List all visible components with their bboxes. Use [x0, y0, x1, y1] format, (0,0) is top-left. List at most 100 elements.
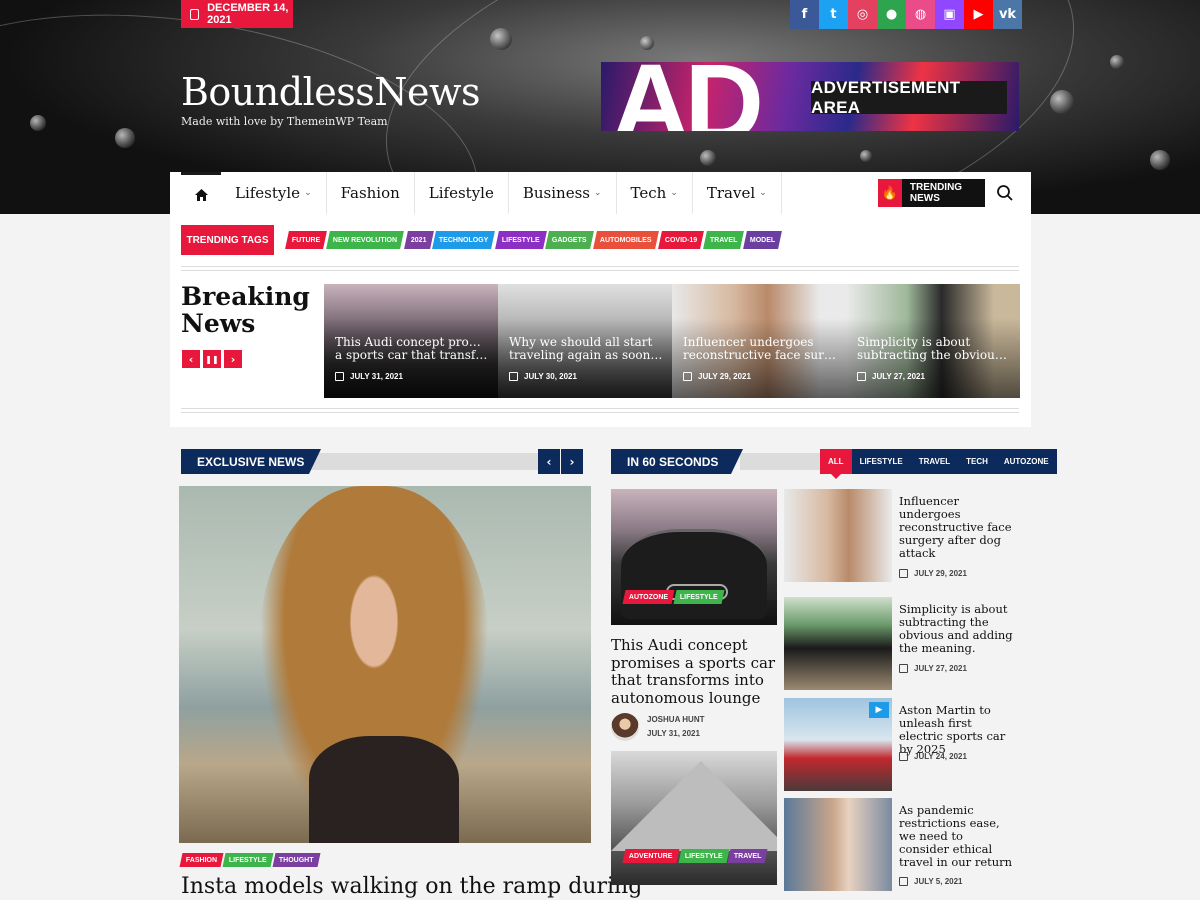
slide-date: JULY 31, 2021 [335, 372, 403, 381]
audi-article-image[interactable] [611, 489, 777, 625]
category-badge[interactable]: FASHION [179, 853, 224, 867]
travel-article-categories: ADVENTURE LIFESTYLE TRAVEL [622, 849, 769, 863]
trending-tag[interactable]: 2021 [403, 231, 434, 249]
calendar-icon [899, 752, 908, 761]
trending-tag[interactable]: FUTURE [285, 231, 328, 249]
chevron-down-icon: ⌄ [670, 188, 678, 198]
side-article-date: JULY 5, 2021 [899, 877, 962, 886]
nav-item-label: Business [522, 184, 590, 202]
trending-tag-label: LIFESTYLE [501, 236, 540, 244]
nav-item-business[interactable]: Business ⌄ [509, 172, 617, 214]
nav-item-lifestyle[interactable]: Lifestyle [415, 172, 509, 214]
twitch-icon[interactable]: ▣ [935, 0, 964, 29]
trending-tag[interactable]: COVID-19 [657, 231, 704, 249]
breaking-news-slide[interactable]: Influencer undergoes reconstructive face … [672, 284, 846, 398]
side-article-title[interactable]: Influencer undergoes reconstructive face… [899, 495, 1014, 560]
fire-icon: 🔥 [878, 179, 902, 207]
slide-date: JULY 29, 2021 [683, 372, 751, 381]
side-article-title[interactable]: As pandemic restrictions ease, we need t… [899, 804, 1014, 869]
trending-tag-label: GADGETS [552, 236, 587, 244]
instagram-icon[interactable]: ◎ [848, 0, 877, 29]
exclusive-news-image[interactable] [179, 486, 591, 843]
side-article-image[interactable] [784, 597, 892, 690]
filter-tab-travel[interactable]: TRAVEL [911, 449, 958, 474]
side-article-title[interactable]: Simplicity is about subtracting the obvi… [899, 603, 1014, 655]
filter-tab-all[interactable]: ALL [820, 449, 852, 479]
breaking-news-slide[interactable]: Simplicity is about subtracting the obvio… [846, 284, 1020, 398]
trending-tag[interactable]: LIFESTYLE [494, 231, 547, 249]
audi-article-title[interactable]: This Audi concept promises a sports car … [611, 636, 777, 707]
in-60-seconds-heading: IN 60 SECONDS [611, 449, 743, 474]
category-badge[interactable]: AUTOZONE [622, 590, 675, 604]
breaking-news-slide[interactable]: This Audi concept promises a sports car t… [324, 284, 498, 398]
slide-date-text: JULY 31, 2021 [350, 372, 403, 381]
facebook-icon[interactable]: f [790, 0, 819, 29]
filter-tab-tech[interactable]: TECH [958, 449, 996, 474]
github-icon[interactable]: ● [877, 0, 906, 29]
breaking-heading-line1: Breaking [181, 282, 310, 311]
divider [181, 408, 1019, 413]
filter-tab-lifestyle[interactable]: LIFESTYLE [852, 449, 911, 474]
nav-item-travel[interactable]: Travel ⌄ [693, 172, 782, 214]
home-link[interactable] [181, 172, 221, 214]
calendar-icon [899, 877, 908, 886]
author-avatar[interactable] [611, 713, 639, 741]
trending-tag[interactable]: TECHNOLOGY [432, 231, 496, 249]
trending-tag[interactable]: AUTOMOBILES [592, 231, 659, 249]
nav-item-fashion[interactable]: Fashion [327, 172, 415, 214]
side-article-image[interactable] [784, 798, 892, 891]
exclusive-prev-button[interactable]: ‹ [538, 449, 560, 474]
exclusive-article-title[interactable]: Insta models walking on the ramp during [181, 874, 642, 899]
youtube-icon[interactable]: ▶ [964, 0, 993, 29]
advertisement-banner[interactable]: AD ADVERTISEMENT AREA [601, 62, 1019, 131]
side-article-image[interactable] [784, 489, 892, 582]
slide-title-line2: a sports car that transform [335, 349, 490, 362]
exclusive-next-button[interactable]: › [561, 449, 583, 474]
trending-news-button[interactable]: 🔥 TRENDING NEWS [878, 179, 985, 207]
author-name[interactable]: JOSHUA HUNT [647, 713, 704, 727]
side-article-date: JULY 29, 2021 [899, 569, 967, 578]
side-article-date: JULY 24, 2021 [899, 752, 967, 761]
side-article-title[interactable]: Aston Martin to unleash first electric s… [899, 704, 1014, 756]
category-badge[interactable]: LIFESTYLE [673, 590, 725, 604]
slide-title-line1: Influencer undergoes [683, 336, 814, 349]
trending-news-label: TRENDING NEWS [909, 182, 963, 204]
slide-title-line1: Simplicity is about [857, 336, 971, 349]
trending-tag[interactable]: GADGETS [545, 231, 594, 249]
slide-date: JULY 27, 2021 [857, 372, 925, 381]
calendar-icon [683, 372, 692, 381]
slide-date-text: JULY 29, 2021 [698, 372, 751, 381]
travel-article-image[interactable] [611, 751, 777, 885]
trending-tag[interactable]: MODEL [743, 231, 783, 249]
dribbble-icon[interactable]: ◍ [906, 0, 935, 29]
calendar-icon [899, 569, 908, 578]
trending-tag[interactable]: TRAVEL [702, 231, 745, 249]
filter-tab-autozone[interactable]: AUTOZONE [996, 449, 1057, 474]
category-badge[interactable]: LIFESTYLE [222, 853, 274, 867]
trending-tag[interactable]: NEW REVOLUTION [326, 231, 405, 249]
category-badge[interactable]: ADVENTURE [622, 849, 680, 863]
breaking-next-button[interactable]: › [224, 350, 242, 368]
breaking-news-slide[interactable]: Why we should all start traveling again a… [498, 284, 672, 398]
current-date: DECEMBER 14, 2021 [207, 2, 289, 26]
side-article-date: JULY 27, 2021 [899, 664, 967, 673]
chevron-down-icon: ⌄ [304, 188, 312, 198]
nav-menu: Lifestyle ⌄ Fashion Lifestyle Business ⌄ Tech ⌄… [221, 172, 782, 214]
side-article-image[interactable]: ▶ [784, 698, 892, 791]
category-badge-label: TRAVEL [734, 852, 762, 860]
divider [181, 266, 1019, 271]
search-icon[interactable] [996, 184, 1014, 202]
chevron-down-icon: ⌄ [593, 188, 602, 198]
breaking-pause-button[interactable]: ❚❚ [203, 350, 221, 368]
social-links: f t ◎ ● ◍ ▣ ▶ vk [790, 0, 1022, 29]
site-title[interactable]: BoundlessNews [181, 70, 480, 114]
calendar-icon [509, 372, 518, 381]
category-badge[interactable]: TRAVEL [727, 849, 769, 863]
nav-item-lifestyle[interactable]: Lifestyle ⌄ [221, 172, 327, 214]
twitter-icon[interactable]: t [819, 0, 848, 29]
nav-item-tech[interactable]: Tech ⌄ [617, 172, 693, 214]
vk-icon[interactable]: vk [993, 0, 1022, 29]
breaking-prev-button[interactable]: ‹ [182, 350, 200, 368]
category-badge[interactable]: LIFESTYLE [678, 849, 729, 863]
category-badge[interactable]: THOUGHT [272, 853, 320, 867]
